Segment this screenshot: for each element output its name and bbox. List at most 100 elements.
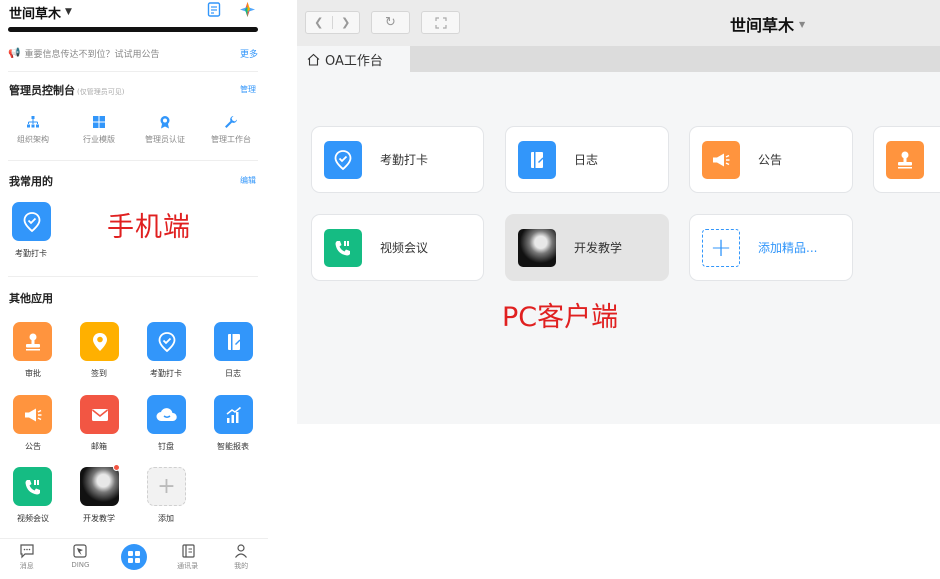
unread-dot <box>113 464 120 471</box>
chat-icon <box>20 544 34 559</box>
forward-button[interactable]: ❯ <box>333 16 359 29</box>
app-smart-report[interactable] <box>214 395 253 434</box>
app-mail[interactable] <box>80 395 119 434</box>
admin-item-label: 管理工作台 <box>211 135 251 144</box>
stamp-icon <box>25 333 40 350</box>
tab-messages[interactable]: 消息 <box>0 539 54 579</box>
journal-icon <box>227 333 240 350</box>
admin-item-label: 管理员认证 <box>145 135 185 144</box>
org-name: 世间草木 <box>9 6 62 22</box>
app-journal[interactable] <box>214 322 253 361</box>
frequent-app-label: 考勤打卡 <box>15 249 47 258</box>
admin-item-industry-template[interactable]: 行业模版 <box>66 115 132 145</box>
org-switcher[interactable]: 世间草木 ▼ <box>9 2 72 22</box>
app-label: 公告 <box>25 442 41 451</box>
screenshot-root: 世间草木 ▼ 📢 重要信息传达不到位？试试用公告 更多 管理员控制台 (仅管理员… <box>0 0 940 579</box>
pc-app-video-meeting[interactable]: 视频会议 <box>311 214 484 281</box>
mobile-caption: 手机端 <box>107 212 191 243</box>
megaphone-icon <box>24 408 41 421</box>
app-label: 添加 <box>158 514 174 523</box>
stamp-icon <box>886 140 924 179</box>
location-check-icon <box>324 140 362 179</box>
add-app-label: 添加精品... <box>758 241 818 255</box>
app-cloud-disk[interactable] <box>147 395 186 434</box>
portrait-photo <box>518 228 556 267</box>
tab-label: 消息 <box>19 562 34 570</box>
tab-oa-workbench[interactable]: OA工作台 <box>297 46 410 72</box>
plus-icon: + <box>702 228 740 267</box>
pc-app-journal[interactable]: 日志 <box>505 126 669 193</box>
app-video-meeting[interactable] <box>13 467 52 506</box>
speaker-icon: 📢 <box>8 47 21 59</box>
pc-app-announcement[interactable]: 公告 <box>689 126 853 193</box>
back-button[interactable]: ❮ <box>306 16 333 29</box>
header-actions <box>207 2 255 21</box>
tab-workbench[interactable] <box>107 539 161 579</box>
location-pin-icon <box>92 332 107 351</box>
notice-bar[interactable]: 📢 重要信息传达不到位？试试用公告 更多 <box>8 45 258 61</box>
tab-me[interactable]: 我的 <box>214 539 268 579</box>
app-add[interactable]: + <box>147 467 186 506</box>
pc-titlebar: ❮ ❯ ↻ 世间草木 ▼ <box>297 0 940 46</box>
fullscreen-button[interactable] <box>421 11 460 34</box>
admin-item-label: 组织架构 <box>17 135 49 144</box>
app-label: 智能报表 <box>217 442 249 451</box>
tab-ding[interactable]: DING <box>54 539 108 579</box>
app-label: 签到 <box>91 369 107 378</box>
app-attendance[interactable] <box>147 322 186 361</box>
journal-icon <box>518 140 556 179</box>
pc-tab-strip: OA工作台 <box>297 46 940 72</box>
admin-title-text: 管理员控制台 <box>9 84 75 97</box>
app-label: 审批 <box>25 369 41 378</box>
pc-app-attendance[interactable]: 考勤打卡 <box>311 126 484 193</box>
workbench-icon <box>120 544 147 570</box>
admin-item-manage-workbench[interactable]: 管理工作台 <box>198 115 264 145</box>
pc-app-dev-teaching[interactable]: 开发教学 <box>505 214 669 281</box>
notice-text: 重要信息传达不到位？试试用公告 <box>24 49 160 60</box>
refresh-icon: ↻ <box>385 15 396 30</box>
app-label: 日志 <box>574 153 599 167</box>
ding-icon <box>73 544 87 558</box>
app-label: 钉盘 <box>158 442 174 451</box>
notes-icon[interactable] <box>207 2 222 21</box>
home-icon <box>307 53 320 66</box>
admin-item-label: 行业模版 <box>83 135 115 144</box>
app-approval[interactable] <box>13 322 52 361</box>
app-label: 视频会议 <box>17 514 49 523</box>
admin-subtitle: (仅管理员可见) <box>77 88 125 96</box>
app-label: 视频会议 <box>380 241 429 255</box>
pc-add-app-button[interactable]: + 添加精品... <box>689 214 853 281</box>
app-logo-icon[interactable] <box>240 2 255 21</box>
fullscreen-icon <box>434 16 447 29</box>
person-icon <box>235 544 248 558</box>
tab-label: 通讯录 <box>177 562 199 570</box>
app-label: 公告 <box>758 153 783 167</box>
mail-icon <box>91 408 108 421</box>
app-dev-teaching[interactable] <box>80 467 119 506</box>
grid-template-icon <box>93 116 105 128</box>
location-check-icon <box>158 331 175 352</box>
pc-app-approval[interactable] <box>873 126 940 193</box>
app-checkin[interactable] <box>80 322 119 361</box>
app-label: 日志 <box>225 369 241 378</box>
chevron-down-icon: ▼ <box>65 7 72 17</box>
other-apps-section-title: 其他应用 <box>9 292 53 305</box>
megaphone-icon <box>702 140 740 179</box>
app-announcement[interactable] <box>13 395 52 434</box>
frequent-section-title: 我常用的 <box>9 175 53 188</box>
video-phone-icon <box>25 479 40 494</box>
admin-manage-link[interactable]: 管理 <box>240 84 256 95</box>
contacts-icon <box>181 544 195 558</box>
frequent-attendance-app[interactable] <box>12 202 51 241</box>
refresh-button[interactable]: ↻ <box>371 11 410 34</box>
divider <box>8 71 258 72</box>
org-switcher-pc[interactable]: 世间草木 ▼ <box>730 12 805 36</box>
notice-more-link[interactable]: 更多 <box>240 47 258 60</box>
admin-item-org-structure[interactable]: 组织架构 <box>0 115 66 145</box>
wrench-icon <box>225 116 237 128</box>
admin-item-admin-certification[interactable]: 管理员认证 <box>132 115 198 145</box>
tab-contacts[interactable]: 通讯录 <box>161 539 215 579</box>
video-phone-icon <box>324 228 362 267</box>
org-tree-icon <box>27 116 39 128</box>
frequent-edit-link[interactable]: 编辑 <box>240 175 256 186</box>
